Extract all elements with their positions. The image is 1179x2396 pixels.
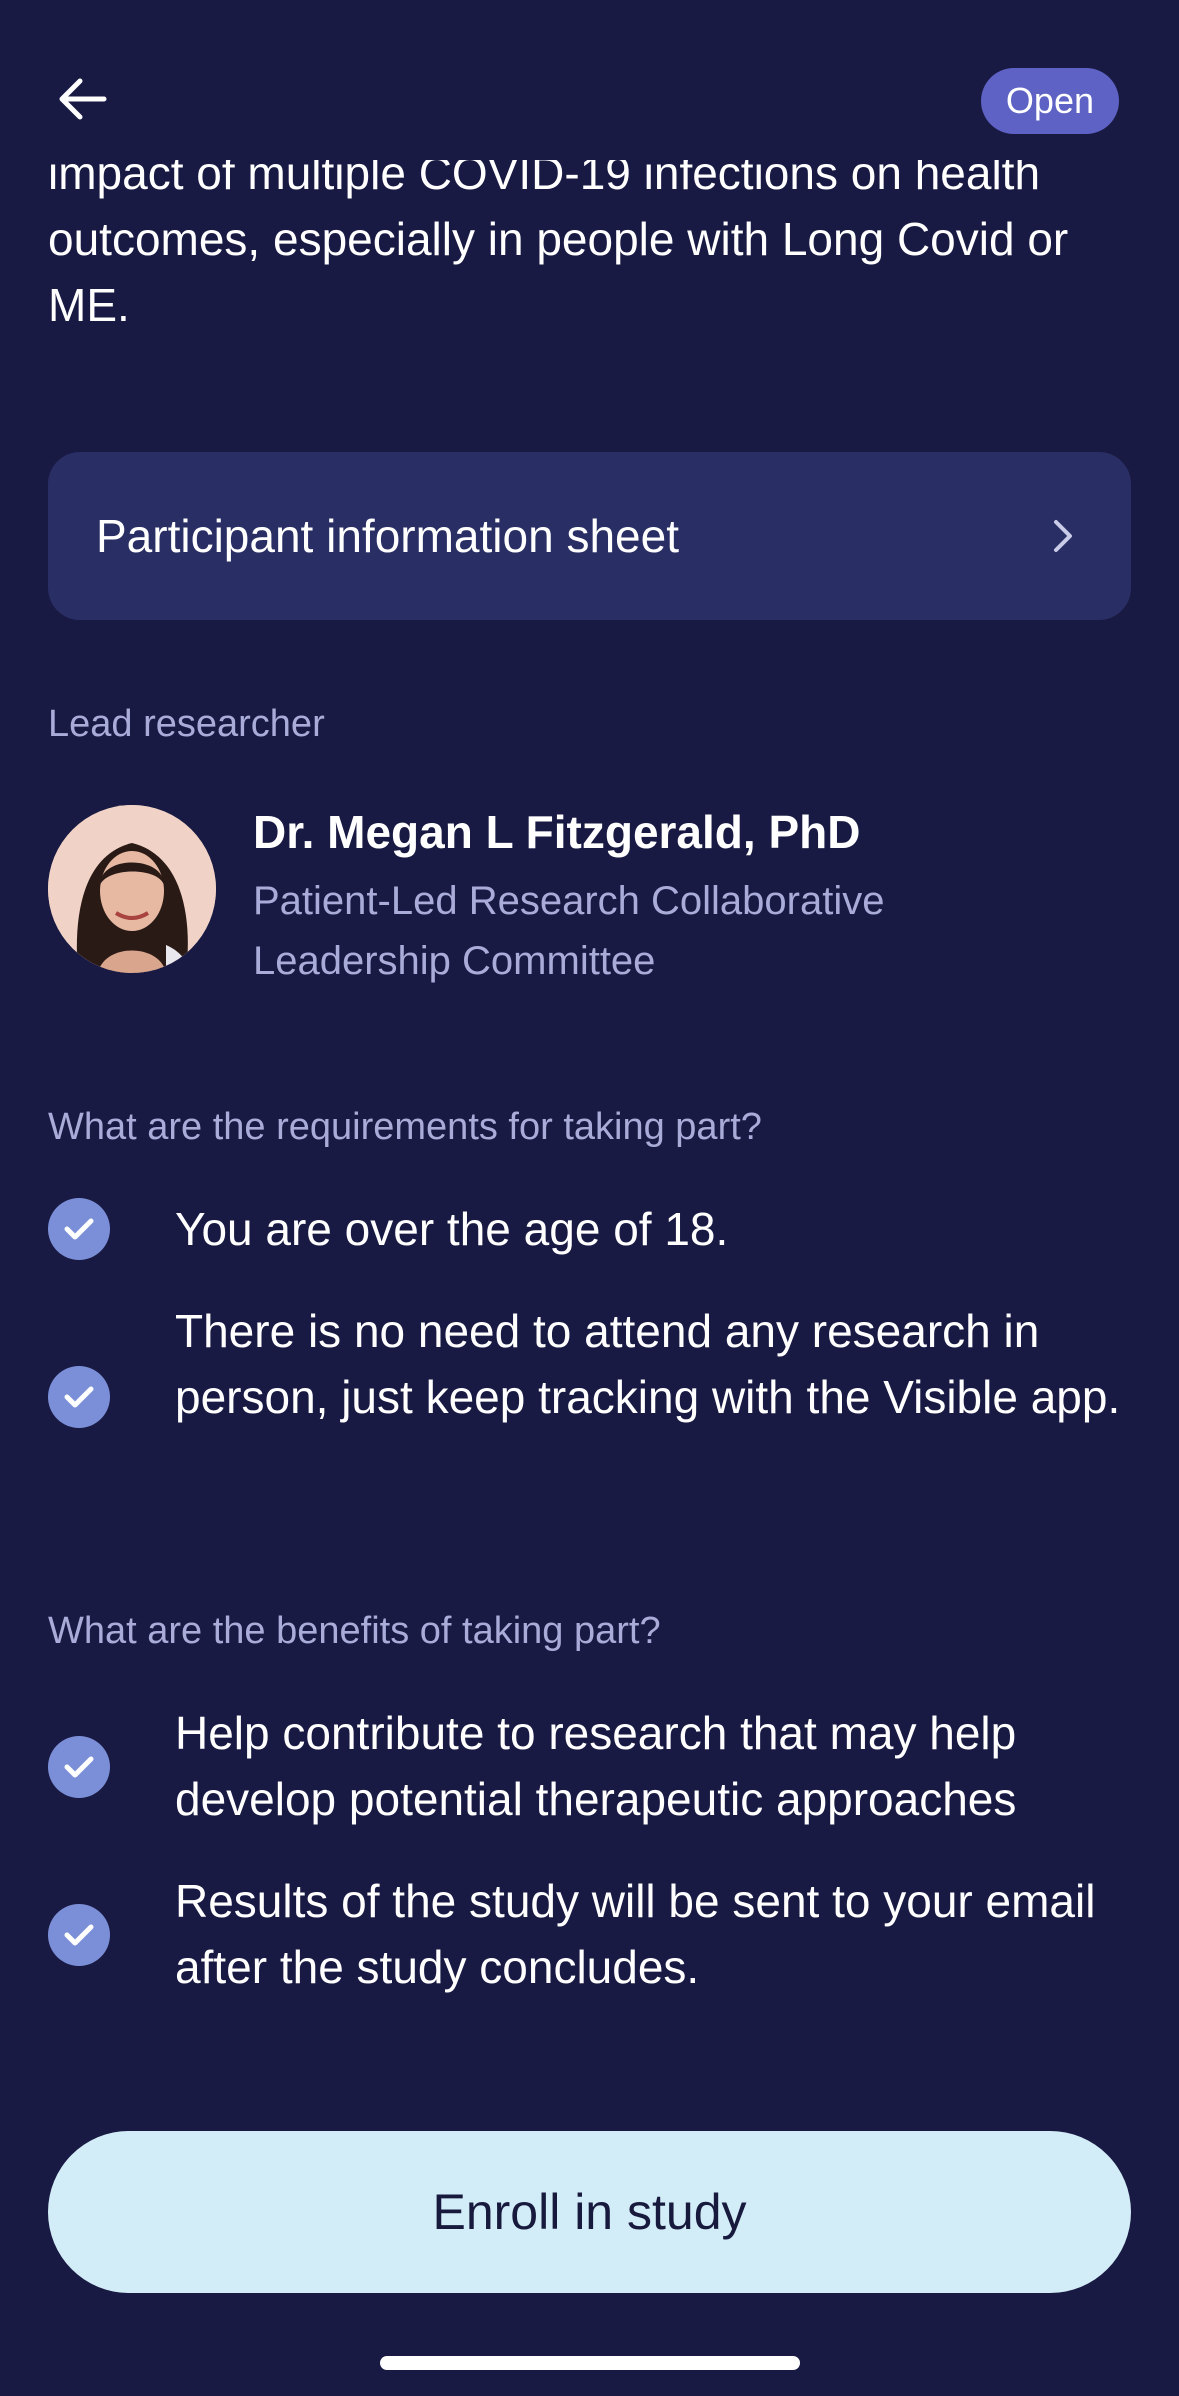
benefit-text: Results of the study will be sent to you… <box>175 1875 1096 1993</box>
researcher-organization: Patient-Led Research Collaborative Leade… <box>253 879 885 983</box>
study-description-text: outcomes, especially in people with Long… <box>48 213 1069 331</box>
status-badge: Open <box>980 68 1119 134</box>
chevron-right-icon <box>1043 516 1083 556</box>
check-circle-icon <box>48 1904 110 1966</box>
check-circle-icon <box>48 1736 110 1798</box>
lead-researcher-heading: Lead researcher <box>48 703 325 745</box>
back-arrow-icon <box>59 78 107 120</box>
list-item: There is no need to attend any research … <box>48 1298 1131 1496</box>
list-item: You are over the age of 18. <box>48 1196 1131 1262</box>
requirements-heading: What are the requirements for taking par… <box>48 1106 762 1148</box>
researcher-name: Dr. Megan L Fitzgerald, PhD <box>253 806 861 858</box>
study-details-screen: impact of multiple COVID-19 infections o… <box>0 0 1179 2396</box>
enroll-in-study-button[interactable]: Enroll in study <box>48 2131 1131 2293</box>
benefits-heading: What are the benefits of taking part? <box>48 1610 661 1652</box>
back-button[interactable] <box>48 64 118 134</box>
home-indicator[interactable] <box>380 2356 800 2370</box>
benefit-text: Help contribute to research that may hel… <box>175 1707 1017 1825</box>
top-bar: Open <box>0 0 1179 160</box>
list-item: Help contribute to research that may hel… <box>48 1700 1131 1832</box>
participant-information-sheet-link[interactable]: Participant information sheet <box>48 452 1131 620</box>
requirement-text: You are over the age of 18. <box>175 1203 729 1255</box>
lead-researcher-card: Dr. Megan L Fitzgerald, PhD Patient-Led … <box>48 805 1131 983</box>
check-circle-icon <box>48 1366 110 1428</box>
info-sheet-label: Participant information sheet <box>96 510 679 562</box>
requirement-text: There is no need to attend any research … <box>175 1305 1121 1423</box>
list-item: Results of the study will be sent to you… <box>48 1868 1131 2000</box>
check-circle-icon <box>48 1198 110 1260</box>
avatar <box>48 805 216 973</box>
